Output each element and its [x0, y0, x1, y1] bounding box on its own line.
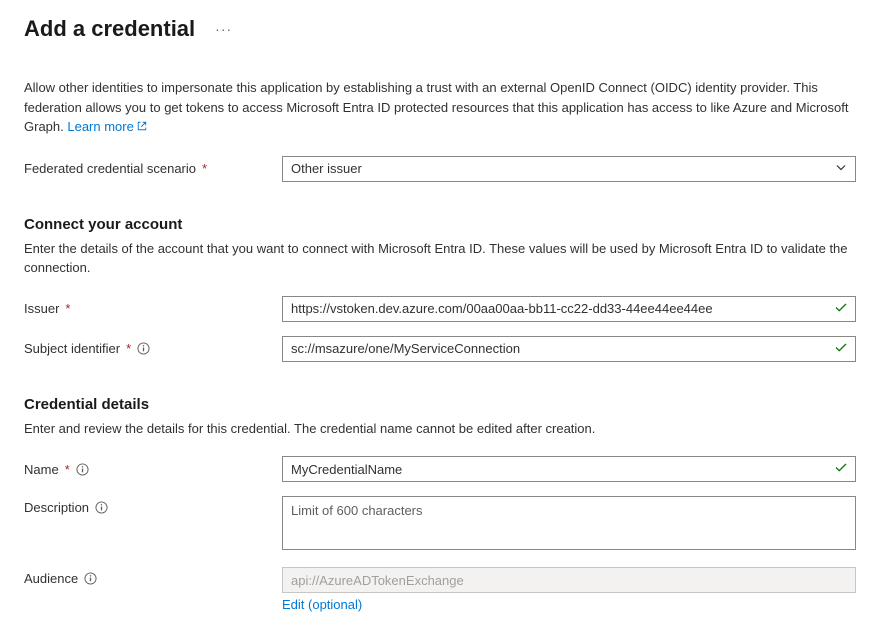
- learn-more-label: Learn more: [67, 119, 133, 134]
- details-section-desc: Enter and review the details for this cr…: [24, 419, 856, 439]
- info-icon[interactable]: [76, 463, 89, 476]
- connect-section-desc: Enter the details of the account that yo…: [24, 239, 856, 278]
- details-section-title: Credential details: [24, 396, 856, 413]
- learn-more-link[interactable]: Learn more: [67, 119, 147, 134]
- name-input[interactable]: [282, 456, 856, 482]
- audience-input: api://AzureADTokenExchange: [282, 567, 856, 593]
- check-icon: [834, 461, 848, 478]
- check-icon: [834, 340, 848, 357]
- audience-value: api://AzureADTokenExchange: [291, 573, 464, 588]
- intro-text: Allow other identities to impersonate th…: [24, 78, 856, 138]
- check-icon: [834, 300, 848, 317]
- connect-section-title: Connect your account: [24, 216, 856, 233]
- name-label: Name: [24, 462, 59, 477]
- external-link-icon: [136, 118, 148, 138]
- info-icon[interactable]: [95, 501, 108, 514]
- required-indicator: *: [65, 301, 70, 316]
- subject-input[interactable]: [282, 336, 856, 362]
- page-title: Add a credential: [24, 16, 195, 42]
- required-indicator: *: [65, 462, 70, 477]
- description-label: Description: [24, 500, 89, 515]
- scenario-select[interactable]: Other issuer: [282, 156, 856, 182]
- more-actions-button[interactable]: ···: [211, 19, 236, 39]
- info-icon[interactable]: [137, 342, 150, 355]
- chevron-down-icon: [835, 161, 847, 176]
- scenario-selected-value: Other issuer: [291, 161, 362, 176]
- scenario-label: Federated credential scenario: [24, 161, 196, 176]
- edit-audience-link[interactable]: Edit (optional): [282, 597, 362, 612]
- description-input[interactable]: [282, 496, 856, 550]
- info-icon[interactable]: [84, 572, 97, 585]
- required-indicator: *: [202, 161, 207, 176]
- issuer-input[interactable]: [282, 296, 856, 322]
- subject-label: Subject identifier: [24, 341, 120, 356]
- required-indicator: *: [126, 341, 131, 356]
- audience-label: Audience: [24, 571, 78, 586]
- issuer-label: Issuer: [24, 301, 59, 316]
